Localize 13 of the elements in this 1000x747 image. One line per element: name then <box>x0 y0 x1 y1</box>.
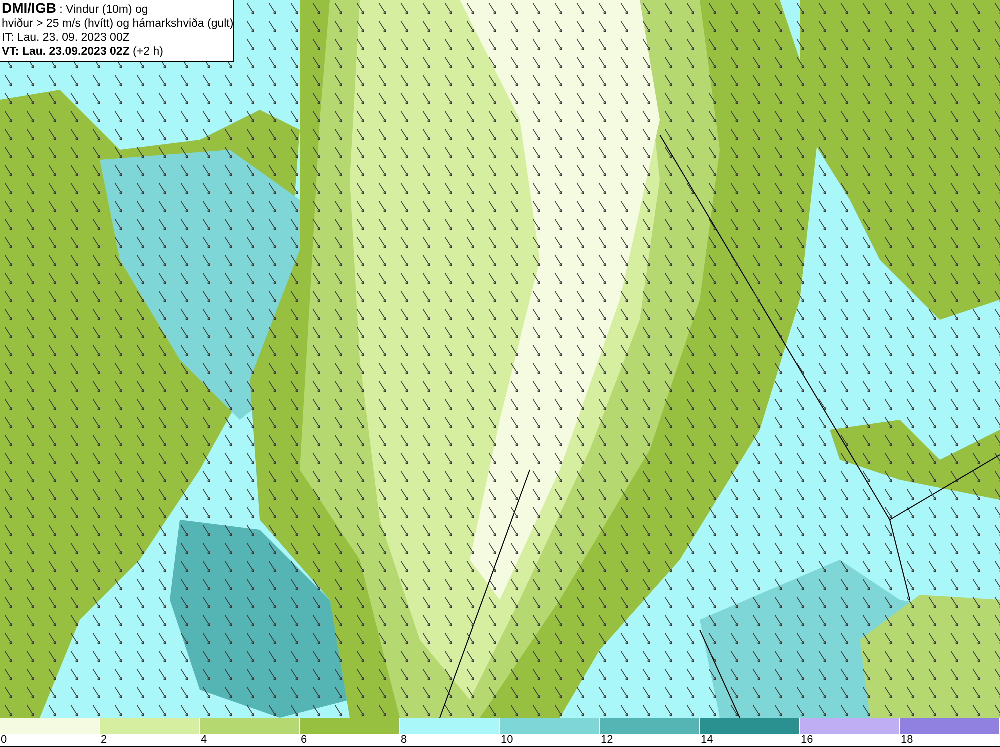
scale-tick-label: 14 <box>700 734 714 746</box>
title-line: IT: Lau. 23. 09. 2023 00Z <box>2 31 131 45</box>
scale-tick-label: 8 <box>400 734 408 746</box>
scale-tick-label: 10 <box>500 734 514 746</box>
title-line: DMI/IGB : Vindur (10m) og <box>2 1 150 17</box>
scale-tick-label: 12 <box>600 734 614 746</box>
scale-tick-label: 16 <box>800 734 814 746</box>
scale-tick-label: 2 <box>100 734 108 746</box>
title-line: VT: Lau. 23.09.2023 02Z (+2 h) <box>2 45 164 59</box>
scale-tick-label: 6 <box>300 734 308 746</box>
scale-tick-label: 0 <box>0 734 8 746</box>
scale-tick-label: 18 <box>900 734 914 746</box>
scale-tick-label: 4 <box>200 734 208 746</box>
